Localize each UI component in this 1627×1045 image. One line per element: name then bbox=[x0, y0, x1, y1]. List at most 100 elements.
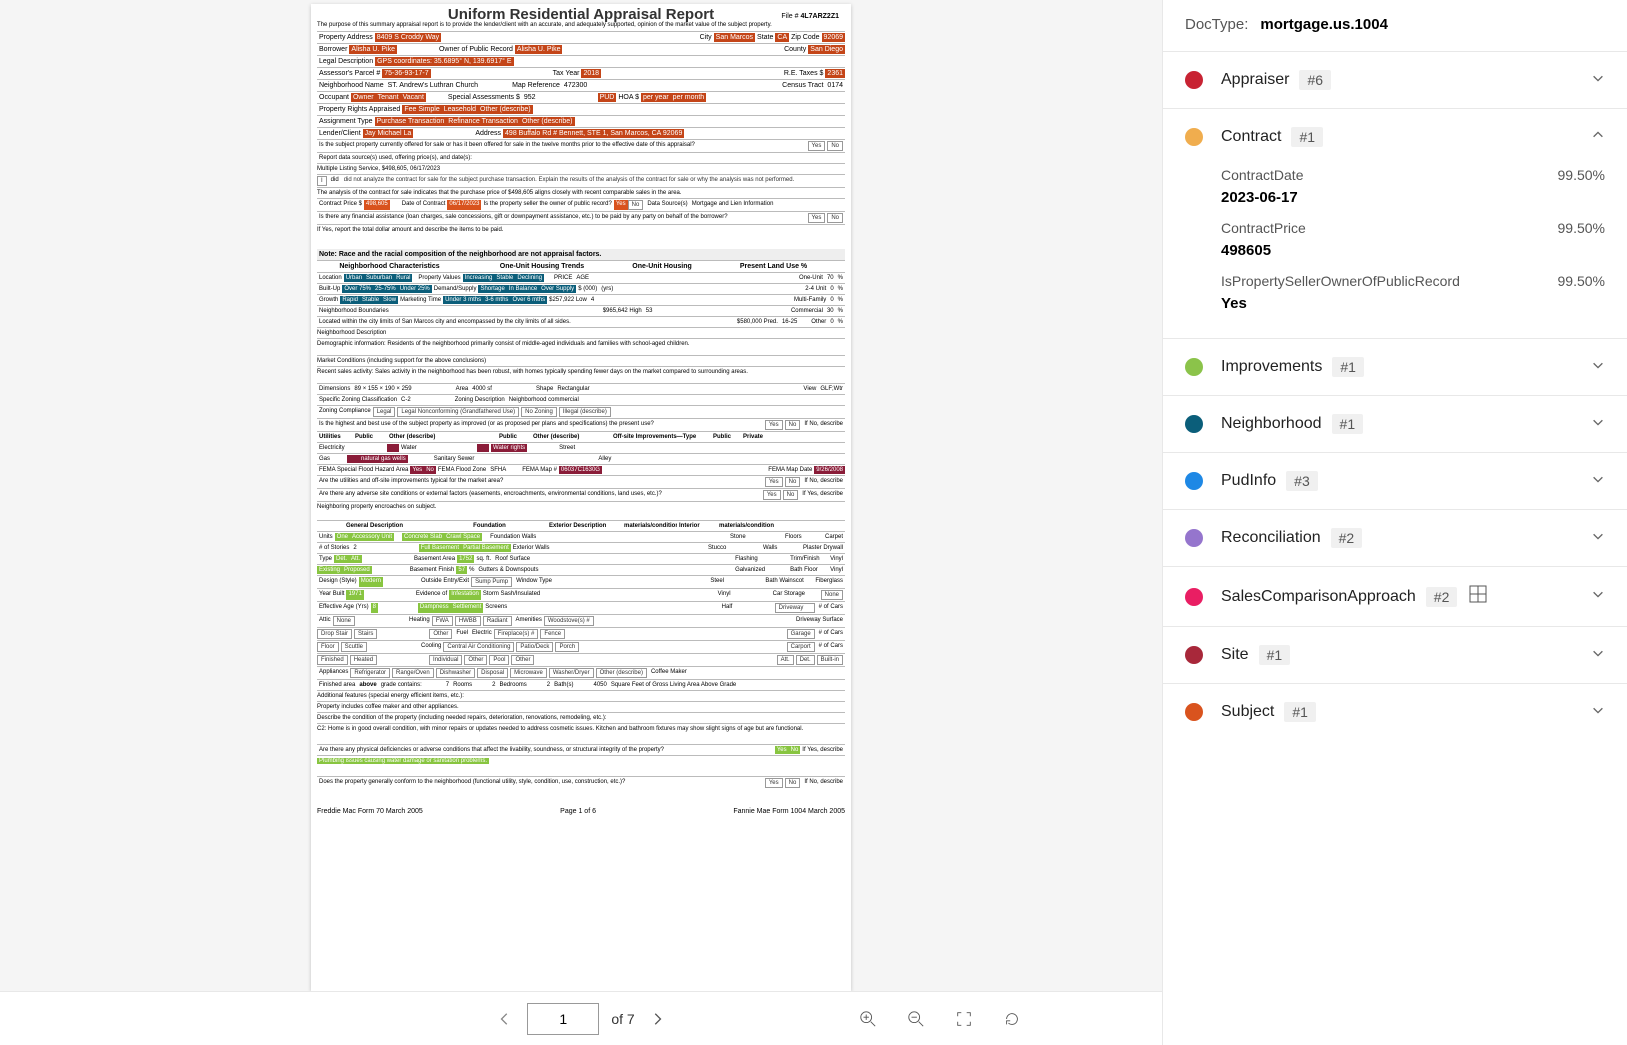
nbhd-r5: Located within the city limits of San Ma… bbox=[317, 316, 845, 327]
section-header-site[interactable]: Site#1 bbox=[1163, 627, 1627, 683]
section-contract: Contract#1ContractDate99.50%2023-06-17Co… bbox=[1163, 108, 1627, 338]
chevron-down-icon bbox=[1591, 358, 1605, 377]
impr-def-q: Are there any physical deficiencies or a… bbox=[317, 744, 845, 755]
section-header-neighborhood[interactable]: Neighborhood#1 bbox=[1163, 396, 1627, 452]
section-pudinfo: PudInfo#3 bbox=[1163, 452, 1627, 509]
row-analysis-text: The analysis of the contract for sale in… bbox=[317, 187, 845, 198]
section-salescomp: SalesComparisonApproach#2 bbox=[1163, 566, 1627, 626]
site-fema: FEMA Special Flood Hazard Area YesNo FEM… bbox=[317, 464, 845, 475]
field-label: ContractDate bbox=[1221, 167, 1303, 183]
section-badge: #6 bbox=[1299, 70, 1331, 90]
page-total: of 7 bbox=[611, 1011, 634, 1027]
row-contract-price: Contract Price $ 498,605 Date of Contrac… bbox=[317, 198, 845, 211]
section-header-subject[interactable]: Subject#1 bbox=[1163, 684, 1627, 740]
chevron-down-icon bbox=[1591, 703, 1605, 722]
row-lender: Lender/Client Jay Michael La Address 498… bbox=[317, 127, 845, 139]
impr-r2: # of Stories2 Full BasementPartial Basem… bbox=[317, 542, 845, 553]
fit-page-icon bbox=[955, 1010, 973, 1028]
row-analyze: I did did not analyze the contract for s… bbox=[317, 174, 845, 187]
row-property-address: Property Address 8409 S Croddy Way City … bbox=[317, 31, 845, 43]
section-dot-icon bbox=[1185, 529, 1203, 547]
val-property-address: 8409 S Croddy Way bbox=[375, 33, 441, 42]
fit-page-button[interactable] bbox=[954, 1009, 974, 1029]
chevron-down-icon bbox=[1591, 415, 1605, 434]
zoom-in-icon bbox=[859, 1010, 877, 1028]
field-confidence: 99.50% bbox=[1558, 220, 1605, 236]
section-badge: #1 bbox=[1259, 645, 1291, 665]
site-util-head: Utilities Public Other (describe) Public… bbox=[317, 431, 845, 442]
document-viewer[interactable]: Uniform Residential Appraisal Report Fil… bbox=[0, 0, 1162, 991]
section-dot-icon bbox=[1185, 472, 1203, 490]
impr-r9: Drop StairStairs OtherFuelElectric Firep… bbox=[317, 627, 845, 640]
section-header-appraiser[interactable]: Appraiser#6 bbox=[1163, 52, 1627, 108]
page-number-input[interactable] bbox=[527, 1003, 599, 1035]
section-header-salescomp[interactable]: SalesComparisonApproach#2 bbox=[1163, 567, 1627, 626]
impr-r6: Year Built1971 Evidence ofInfestation St… bbox=[317, 588, 845, 601]
nbhd-headers: Neighborhood Characteristics One-Unit Ho… bbox=[317, 260, 845, 272]
form-footer: Freddie Mac Form 70 March 2005 Page 1 of… bbox=[317, 803, 845, 816]
field-row[interactable]: ContractDate99.50%2023-06-17 bbox=[1221, 167, 1605, 206]
site-hb: Is the highest and best use of the subje… bbox=[317, 418, 845, 431]
site-dimensions: Dimensions89 × 155 × 190 × 259 Area4000 … bbox=[317, 383, 845, 394]
chevron-down-icon bbox=[1591, 472, 1605, 491]
row-offered: Is the subject property currently offere… bbox=[317, 139, 845, 152]
section-dot-icon bbox=[1185, 415, 1203, 433]
section-header-pudinfo[interactable]: PudInfo#3 bbox=[1163, 453, 1627, 509]
section-header-contract[interactable]: Contract#1 bbox=[1163, 109, 1627, 165]
section-badge: #3 bbox=[1286, 471, 1318, 491]
row-assignment: Assignment Type Purchase Transaction Ref… bbox=[317, 115, 845, 127]
form-intro: The purpose of this summary appraisal re… bbox=[317, 21, 845, 29]
prev-page-button[interactable] bbox=[495, 1009, 515, 1029]
field-value: Yes bbox=[1221, 295, 1605, 312]
chevron-down-icon bbox=[1591, 71, 1605, 90]
row-assessor: Assessor's Parcel # 75-36-93-17-7 Tax Ye… bbox=[317, 67, 845, 79]
table-icon[interactable] bbox=[1469, 585, 1487, 608]
doctype-row: DocType: mortgage.us.1004 bbox=[1163, 0, 1627, 51]
nbhd-r4: Neighborhood Boundaries $965,642 High53 … bbox=[317, 305, 845, 316]
section-title: Reconciliation bbox=[1221, 529, 1321, 547]
field-row[interactable]: IsPropertySellerOwnerOfPublicRecord99.50… bbox=[1221, 273, 1605, 312]
section-title: SalesComparisonApproach bbox=[1221, 588, 1416, 606]
doctype-label: DocType: bbox=[1185, 16, 1248, 33]
section-dot-icon bbox=[1185, 588, 1203, 606]
val-contract-date: 06/17/2023 bbox=[447, 200, 481, 210]
site-util-r2: Gas natural gas wells Sanitary Sewer All… bbox=[317, 453, 845, 464]
section-neighborhood: Neighborhood#1 bbox=[1163, 395, 1627, 452]
row-sources-val: Multiple Listing Service, $498,605, 06/1… bbox=[317, 163, 845, 174]
section-reconciliation: Reconciliation #2 bbox=[1163, 509, 1627, 566]
field-label: ContractPrice bbox=[1221, 220, 1306, 236]
impr-r4: ExistingProposed Basement Finish57% Gutt… bbox=[317, 564, 845, 575]
nbhd-note: Note: Race and the racial composition of… bbox=[317, 249, 845, 260]
section-title: Subject bbox=[1221, 703, 1274, 721]
site-util-r1: Electricity Water Water rights Street bbox=[317, 442, 845, 453]
pager-toolbar: of 7 bbox=[0, 991, 1162, 1045]
section-badge: #2 bbox=[1331, 528, 1363, 548]
section-dot-icon bbox=[1185, 646, 1203, 664]
zoom-out-button[interactable] bbox=[906, 1009, 926, 1029]
nbhd-r3: Growth RapidStableSlow Marketing Time Un… bbox=[317, 294, 845, 305]
nbhd-mktcond: Recent sales activity: Sales activity in… bbox=[317, 366, 845, 377]
nbhd-desc: Demographic information: Residents of th… bbox=[317, 338, 845, 349]
val-contract-price: 498,605 bbox=[364, 200, 390, 210]
section-title: Neighborhood bbox=[1221, 415, 1322, 433]
chevron-up-icon bbox=[1591, 128, 1605, 147]
impr-finished-area: Finished areaabovegrade contains: 7Rooms… bbox=[317, 679, 845, 690]
file-number: File # 4L7ARZ2Z1 bbox=[781, 12, 839, 21]
section-header-reconciliation[interactable]: Reconciliation #2 bbox=[1163, 510, 1627, 566]
section-title: Contract bbox=[1221, 128, 1281, 146]
impr-conform: Does the property generally conform to t… bbox=[317, 776, 845, 789]
zoom-in-button[interactable] bbox=[858, 1009, 878, 1029]
field-confidence: 99.50% bbox=[1558, 167, 1605, 183]
rotate-button[interactable] bbox=[1002, 1009, 1022, 1029]
next-page-button[interactable] bbox=[647, 1009, 667, 1029]
field-confidence: 99.50% bbox=[1558, 273, 1605, 289]
section-header-improvements[interactable]: Improvements#1 bbox=[1163, 339, 1627, 395]
field-row[interactable]: ContractPrice99.50%498605 bbox=[1221, 220, 1605, 259]
form-page: Uniform Residential Appraisal Report Fil… bbox=[311, 4, 851, 991]
zoom-out-icon bbox=[907, 1010, 925, 1028]
impr-r8: AtticNone HeatingFWAHWBBRadiant Amenitie… bbox=[317, 614, 845, 627]
extraction-sidebar: DocType: mortgage.us.1004 Appraiser#6Con… bbox=[1162, 0, 1627, 1045]
impr-r7: Effective Age (Yrs)8 DampnessSettlement … bbox=[317, 601, 845, 614]
impr-cond-l: Describe the condition of the property (… bbox=[317, 712, 845, 723]
chevron-down-icon bbox=[1591, 646, 1605, 665]
